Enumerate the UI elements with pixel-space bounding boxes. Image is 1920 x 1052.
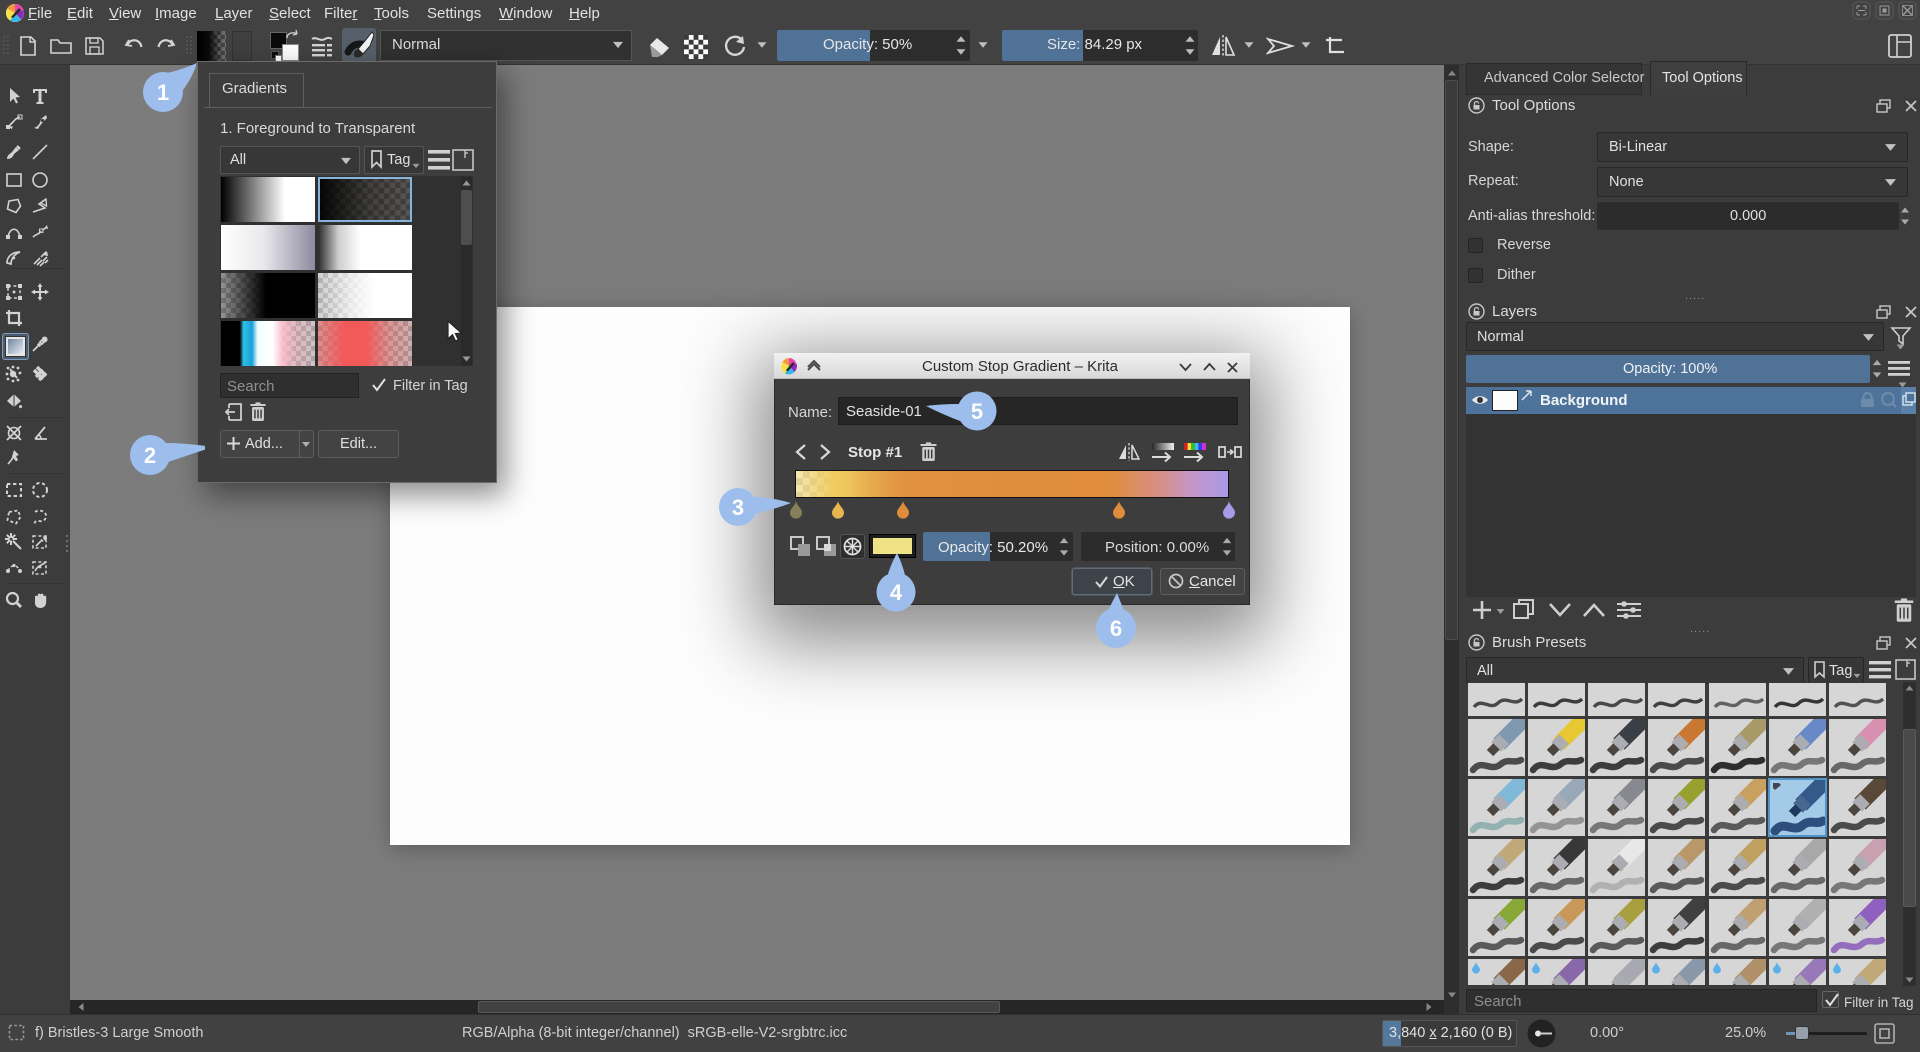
svg-text:3: 3 [732,495,744,520]
svg-text:1: 1 [157,80,169,105]
svg-text:5: 5 [971,399,983,424]
svg-text:4: 4 [890,580,903,605]
svg-text:2: 2 [144,443,156,468]
svg-text:6: 6 [1110,616,1122,641]
